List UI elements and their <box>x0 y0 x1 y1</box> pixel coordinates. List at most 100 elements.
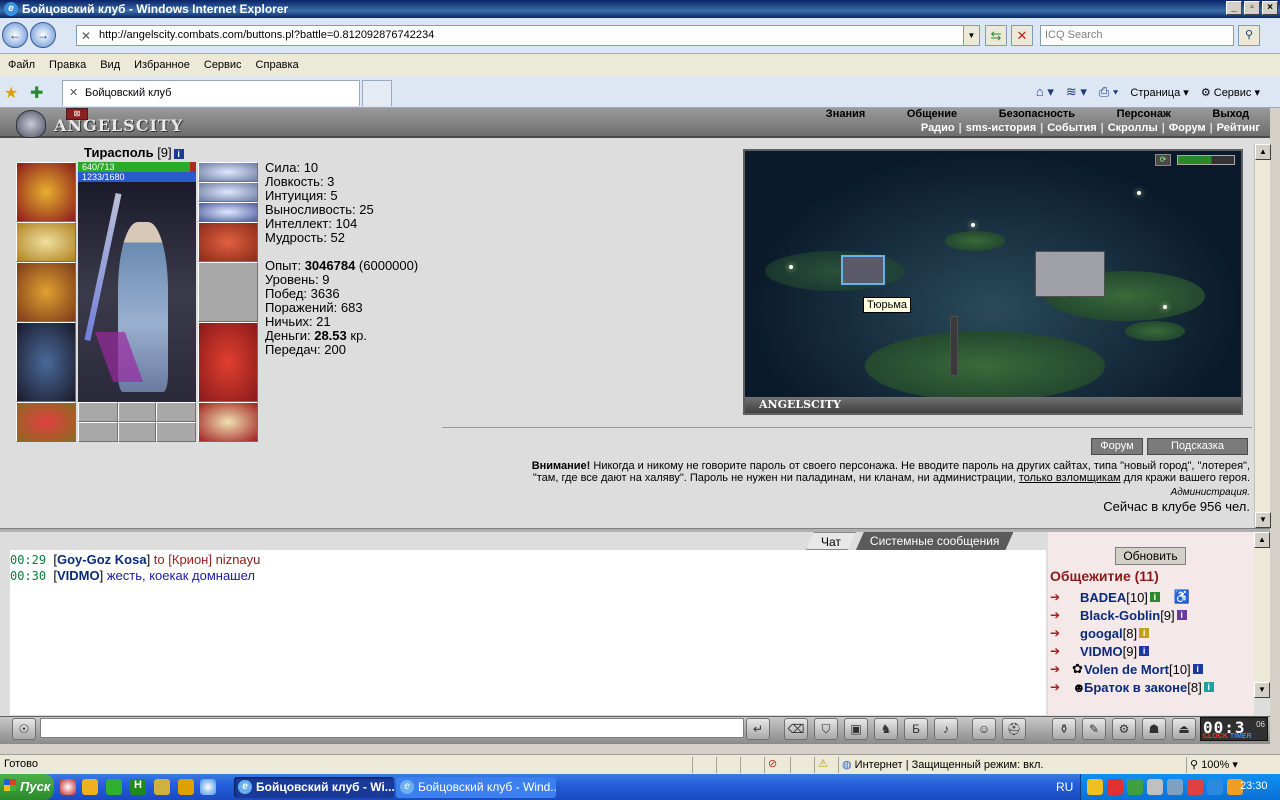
menu-view[interactable]: Вид <box>100 59 120 71</box>
stop-button[interactable]: ✕ <box>1011 25 1033 46</box>
gloves-slot[interactable] <box>198 222 258 262</box>
shield-slot[interactable] <box>198 262 258 322</box>
subnav-radio[interactable]: Радио <box>921 122 955 134</box>
character-name[interactable]: Тирасполь [9] i <box>84 145 184 160</box>
quicklaunch-tool-icon[interactable] <box>154 779 170 795</box>
subnav-forum[interactable]: Форум <box>1169 122 1206 134</box>
sound-icon[interactable]: ♪ <box>934 718 958 740</box>
translit-icon[interactable]: Б <box>904 718 928 740</box>
user-item[interactable]: ➔ VIDMO [9] i <box>1050 642 1150 660</box>
user-name[interactable]: Black-Goblin <box>1080 608 1160 623</box>
add-favorite-icon[interactable]: ✚ <box>30 83 43 103</box>
forum-button[interactable]: Форум <box>1091 438 1143 455</box>
network-icon[interactable] <box>1167 779 1183 795</box>
scroll-up-icon[interactable]: ▲ <box>1255 144 1271 160</box>
nav-exit[interactable]: Выход <box>1212 108 1249 120</box>
game-logo[interactable]: ANGELSCITY <box>16 110 186 138</box>
menu-tools[interactable]: Сервис <box>204 59 242 71</box>
address-input[interactable]: ✕ http://angelscity.combats.com/buttons.… <box>76 25 980 46</box>
zoom-level[interactable]: ⚲ 100% ▾ <box>1190 758 1238 771</box>
fight-icon[interactable]: ♞ <box>874 718 898 740</box>
subnav-sms-history[interactable]: sms-история <box>966 122 1036 134</box>
map-reload-icon[interactable]: ⟳ <box>1155 154 1171 166</box>
scroll-icon[interactable]: ✎ <box>1082 718 1106 740</box>
quicklaunch-opera-icon[interactable] <box>60 779 76 795</box>
forward-button[interactable]: → <box>30 22 56 48</box>
whisper-icon[interactable]: ➔ <box>1050 626 1080 640</box>
home-icon[interactable]: ⌂ ▾ <box>1036 84 1054 100</box>
chat-speaker-icon[interactable]: ☉ <box>12 718 36 740</box>
user-list-scrollbar[interactable]: ▲ ▼ <box>1254 532 1270 698</box>
page-menu[interactable]: Страница ▾ <box>1130 86 1188 99</box>
taskbar-task[interactable]: e Бойцовский клуб - Wi... <box>234 777 394 798</box>
subnav-events[interactable]: События <box>1047 122 1096 134</box>
helmet-slot[interactable] <box>16 162 76 222</box>
user-name[interactable]: BADEA <box>1080 590 1126 605</box>
security-icon[interactable]: ⚠ <box>818 757 828 770</box>
chat-nick[interactable]: Goy-Goz Kosa <box>57 552 147 567</box>
exit-icon[interactable]: ⏏ <box>1172 718 1196 740</box>
info-icon[interactable]: i <box>173 148 184 159</box>
tab-system-messages[interactable]: Системные сообщения <box>856 532 1014 550</box>
back-button[interactable]: ← <box>2 22 28 48</box>
helmet-icon[interactable]: ⛑ <box>1002 718 1026 740</box>
send-icon[interactable]: ↵ <box>746 718 770 740</box>
belt-slot[interactable] <box>16 402 76 442</box>
feeds-icon[interactable]: ≋ ▾ <box>1066 84 1087 100</box>
chat-recipient[interactable]: [Крион] <box>168 552 212 567</box>
tray-icon[interactable] <box>1107 779 1123 795</box>
nav-security[interactable]: Безопасность <box>999 108 1075 120</box>
close-button[interactable]: × <box>1262 1 1278 15</box>
rings-slot[interactable] <box>198 202 258 222</box>
user-item[interactable]: ➔ ✿ Volen de Mort [10] i <box>1050 660 1203 678</box>
subnav-scrolls[interactable]: Скроллы <box>1108 122 1158 134</box>
scroll-up-icon[interactable]: ▲ <box>1254 532 1270 548</box>
scroll-down-icon[interactable]: ▼ <box>1255 512 1271 528</box>
inventory-icon[interactable]: ⚱ <box>1052 718 1076 740</box>
filter-icon[interactable]: ⛉ <box>814 718 838 740</box>
menu-favorites[interactable]: Избранное <box>134 59 190 71</box>
bracers-slot[interactable] <box>16 222 76 262</box>
user-name[interactable]: Volen de Mort <box>1084 662 1169 677</box>
language-indicator[interactable]: RU <box>1056 780 1073 794</box>
refresh-button[interactable]: ⇆ <box>985 25 1007 46</box>
info-icon[interactable]: i <box>1203 682 1214 692</box>
favorites-star-icon[interactable]: ★ <box>4 83 18 103</box>
maximize-button[interactable]: ▫ <box>1244 1 1260 15</box>
user-item[interactable]: ➔ Black-Goblin [9] i <box>1050 606 1187 624</box>
scroll-down-icon[interactable]: ▼ <box>1254 682 1270 698</box>
save-icon[interactable]: ▣ <box>844 718 868 740</box>
search-input[interactable]: ICQ Search <box>1040 25 1234 46</box>
empty-slot[interactable] <box>118 402 156 422</box>
taskbar-task[interactable]: e Бойцовский клуб - Wind... <box>396 777 556 798</box>
whisper-icon[interactable]: ➔ <box>1050 644 1080 658</box>
legs-slot[interactable] <box>198 322 258 402</box>
user-name[interactable]: googal <box>1080 626 1123 641</box>
city-map[interactable]: ⟳ ANGELSCITY <box>743 149 1243 415</box>
refresh-list-button[interactable]: Обновить <box>1115 547 1186 565</box>
menu-edit[interactable]: Правка <box>49 59 86 71</box>
user-item[interactable]: ➔ googal [8] i <box>1050 624 1150 642</box>
eraser-icon[interactable]: ⌫ <box>784 718 808 740</box>
tab-chat[interactable]: Чат <box>806 532 856 550</box>
info-icon[interactable]: i <box>1192 664 1203 674</box>
menu-help[interactable]: Справка <box>256 59 299 71</box>
hint-button[interactable]: Подсказка <box>1147 438 1248 455</box>
info-icon[interactable]: i <box>1139 646 1150 656</box>
nav-communication[interactable]: Общение <box>907 108 957 120</box>
quicklaunch-icq-icon[interactable] <box>106 779 122 795</box>
nav-knowledge[interactable]: Знания <box>826 108 865 120</box>
quicklaunch-h-icon[interactable]: H <box>130 779 146 795</box>
search-button[interactable]: ⚲ <box>1238 25 1260 46</box>
empty-slot[interactable] <box>156 422 196 442</box>
print-icon[interactable]: ⎙ ▾ <box>1099 84 1118 100</box>
tools-menu[interactable]: ⚙ Сервис ▾ <box>1201 86 1260 99</box>
nav-character[interactable]: Персонаж <box>1117 108 1171 120</box>
empty-slot[interactable] <box>118 422 156 442</box>
user-item[interactable]: ➔ ☻ Браток в законе [8] i <box>1050 678 1214 696</box>
tab-active[interactable]: ✕ Бойцовский клуб <box>62 80 360 106</box>
info-icon[interactable]: i <box>1176 610 1187 620</box>
tray-icon[interactable] <box>1127 779 1143 795</box>
whisper-icon[interactable]: ➔ <box>1050 680 1072 694</box>
whisper-icon[interactable]: ➔ <box>1050 662 1072 676</box>
